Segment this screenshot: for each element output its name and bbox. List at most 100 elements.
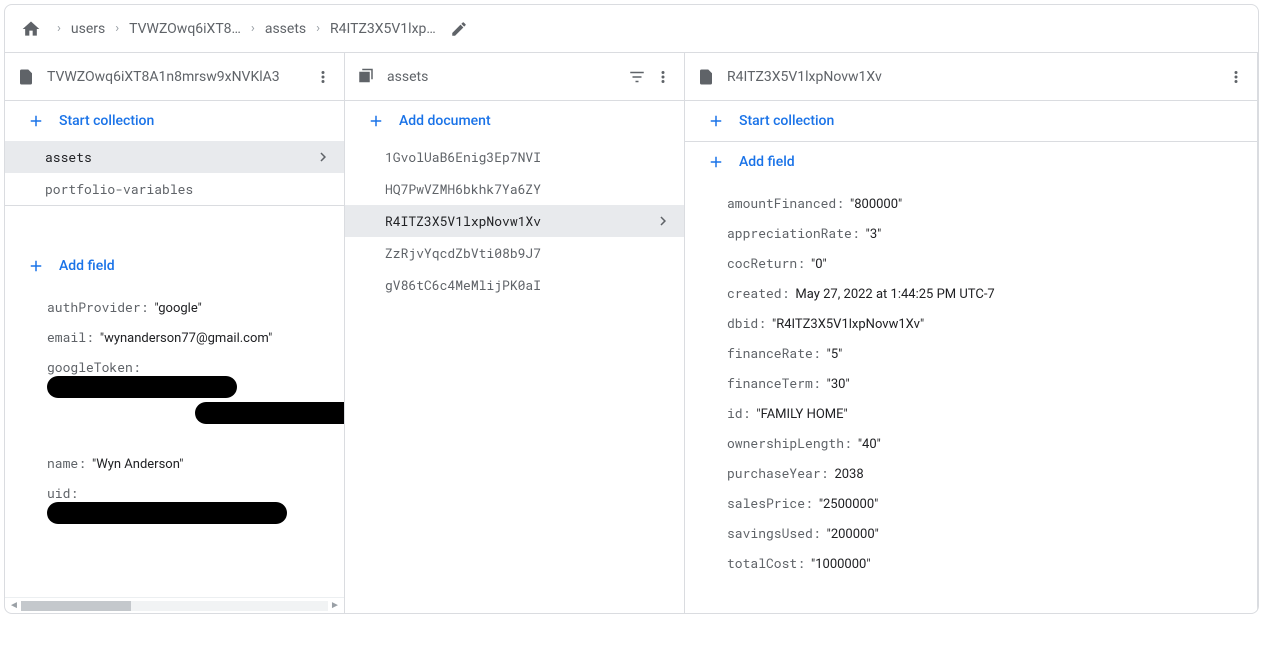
field-value: 0 (811, 257, 827, 272)
redacted-value (47, 376, 237, 398)
more-menu-icon[interactable] (654, 68, 672, 86)
panel-body: Start collection assets portfolio-variab… (5, 101, 344, 597)
field-value: 30 (827, 377, 850, 392)
scroll-track[interactable] (21, 601, 328, 611)
field-list: authProvider google email wynanderson77@… (5, 286, 344, 550)
collections-list: assets portfolio-variables (5, 141, 344, 205)
panel-title: R4ITZ3X5V1lxpNovw1Xv (727, 69, 1219, 85)
field-amountfinanced[interactable]: amountFinanced800000 (685, 188, 1257, 218)
field-value: wynanderson77@gmail.com (100, 331, 272, 346)
field-key: id (727, 404, 756, 422)
breadcrumb-item-users[interactable]: users (71, 21, 105, 37)
field-key: created (727, 284, 795, 302)
documents-list: 1GvolUaB6Enig3Ep7NVI HQ7PwVZMH6bkhk7Ya6Z… (345, 141, 684, 301)
collection-item-assets[interactable]: assets (5, 141, 344, 173)
chevron-right-icon: › (57, 21, 61, 36)
field-key: purchaseYear (727, 464, 834, 482)
chevron-right-icon: › (316, 21, 320, 36)
field-value: 5 (827, 347, 843, 362)
start-collection-button[interactable]: Start collection (685, 101, 1257, 141)
collection-label: assets (45, 148, 92, 166)
field-value: 3 (866, 227, 882, 242)
panel-header: R4ITZ3X5V1lxpNovw1Xv (685, 53, 1257, 101)
field-value: 2500000 (819, 497, 879, 512)
field-key: email (47, 328, 100, 346)
add-field-button[interactable]: Add field (685, 142, 1257, 182)
collection-label: portfolio-variables (45, 180, 193, 198)
field-ownershiplength[interactable]: ownershipLength40 (685, 428, 1257, 458)
field-value: Wyn Anderson (92, 457, 183, 472)
field-salesprice[interactable]: salesPrice2500000 (685, 488, 1257, 518)
panels-row: TVWZOwq6iXT8A1n8mrsw9xNVKlA3 Start colle… (5, 53, 1258, 613)
field-key: savingsUsed (727, 524, 827, 542)
chevron-right-icon: › (251, 21, 255, 36)
breadcrumb-item-assets[interactable]: assets (265, 21, 306, 37)
scroll-left-icon[interactable]: ◄ (7, 599, 21, 613)
document-icon (697, 68, 715, 86)
collection-icon (357, 68, 375, 86)
field-googletoken[interactable]: googleToken (5, 352, 344, 430)
field-key: googleToken (47, 358, 147, 376)
field-value: FAMILY HOME (756, 407, 847, 422)
plus-icon (707, 112, 725, 130)
collection-item-portfolio-variables[interactable]: portfolio-variables (5, 173, 344, 205)
document-label: gV86tC6c4MeMlijPK0aI (385, 276, 541, 294)
scroll-thumb[interactable] (21, 601, 131, 611)
field-key: cocReturn (727, 254, 811, 272)
field-authprovider[interactable]: authProvider google (5, 292, 344, 322)
field-appreciationrate[interactable]: appreciationRate3 (685, 218, 1257, 248)
start-collection-label: Start collection (59, 113, 154, 129)
document-item[interactable]: R4ITZ3X5V1lxpNovw1Xv (345, 205, 684, 237)
collections-section: Start collection assets portfolio-variab… (5, 101, 344, 206)
document-item[interactable]: gV86tC6c4MeMlijPK0aI (345, 269, 684, 301)
breadcrumb-item-userdoc[interactable]: TVWZOwq6iXT8… (129, 21, 241, 37)
document-item[interactable]: HQ7PwVZMH6bkhk7Ya6ZY (345, 173, 684, 205)
field-purchaseyear[interactable]: purchaseYear2038 (685, 458, 1257, 488)
field-email[interactable]: email wynanderson77@gmail.com (5, 322, 344, 352)
redacted-value (47, 502, 287, 524)
field-value: R4ITZ3X5V1lxpNovw1Xv (772, 317, 924, 332)
field-totalcost[interactable]: totalCost1000000 (685, 548, 1257, 578)
field-value: 2038 (834, 467, 863, 482)
field-financerate[interactable]: financeRate5 (685, 338, 1257, 368)
more-menu-icon[interactable] (314, 68, 332, 86)
breadcrumb: › users › TVWZOwq6iXT8… › assets › R4ITZ… (5, 5, 1258, 53)
field-key: amountFinanced (727, 194, 850, 212)
document-icon (17, 68, 35, 86)
panel-header: assets (345, 53, 684, 101)
field-created[interactable]: createdMay 27, 2022 at 1:44:25 PM UTC-7 (685, 278, 1257, 308)
collections-section: Start collection (685, 101, 1257, 142)
more-menu-icon[interactable] (1227, 68, 1245, 86)
edit-path-icon[interactable] (450, 20, 468, 38)
field-savingsused[interactable]: savingsUsed200000 (685, 518, 1257, 548)
scroll-right-icon[interactable]: ► (328, 599, 342, 613)
add-document-button[interactable]: Add document (345, 101, 684, 141)
filter-icon[interactable] (628, 68, 646, 86)
document-item[interactable]: ZzRjvYqcdZbVti08b9J7 (345, 237, 684, 269)
add-field-label: Add field (739, 154, 795, 170)
panel-body: Add document 1GvolUaB6Enig3Ep7NVI HQ7PwV… (345, 101, 684, 613)
panel-header: TVWZOwq6iXT8A1n8mrsw9xNVKlA3 (5, 53, 344, 101)
plus-icon (27, 112, 45, 130)
field-key: uid (47, 484, 84, 502)
horizontal-scrollbar[interactable]: ◄ ► (5, 597, 344, 613)
plus-icon (707, 153, 725, 171)
firestore-panel: › users › TVWZOwq6iXT8… › assets › R4ITZ… (4, 4, 1259, 614)
start-collection-button[interactable]: Start collection (5, 101, 344, 141)
field-value: 200000 (827, 527, 879, 542)
home-icon[interactable] (21, 19, 41, 39)
add-field-button[interactable]: Add field (5, 246, 344, 286)
field-financeterm[interactable]: financeTerm30 (685, 368, 1257, 398)
document-item[interactable]: 1GvolUaB6Enig3Ep7NVI (345, 141, 684, 173)
document-label: ZzRjvYqcdZbVti08b9J7 (385, 244, 541, 262)
field-dbid[interactable]: dbidR4ITZ3X5V1lxpNovw1Xv (685, 308, 1257, 338)
panel-document-user: TVWZOwq6iXT8A1n8mrsw9xNVKlA3 Start colle… (5, 53, 345, 613)
breadcrumb-item-assetdoc[interactable]: R4ITZ3X5V1lxp… (330, 21, 436, 37)
panel-body: Start collection Add field amountFinance… (685, 101, 1257, 613)
field-cocreturn[interactable]: cocReturn0 (685, 248, 1257, 278)
document-label: 1GvolUaB6Enig3Ep7NVI (385, 148, 541, 166)
field-id[interactable]: idFAMILY HOME (685, 398, 1257, 428)
field-uid[interactable]: uid (5, 478, 344, 530)
field-name[interactable]: name Wyn Anderson (5, 448, 344, 478)
redacted-value (195, 402, 344, 424)
